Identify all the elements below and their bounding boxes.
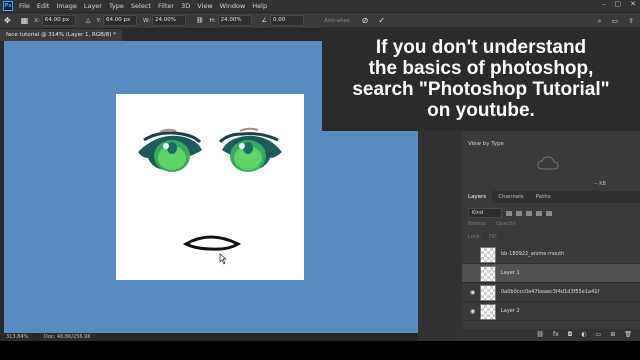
right-eye bbox=[218, 127, 282, 172]
view-by-dropdown[interactable]: View by Type bbox=[468, 141, 504, 147]
photoshop-logo[interactable]: Ps bbox=[3, 1, 13, 11]
lock-label: Lock: bbox=[468, 234, 482, 240]
fill-label: Fill: bbox=[489, 234, 498, 240]
canvas[interactable] bbox=[116, 94, 304, 280]
filter-smart-icon[interactable] bbox=[546, 210, 552, 216]
x-label: X: bbox=[34, 17, 40, 24]
cursor-icon bbox=[219, 253, 227, 265]
layer-row[interactable]: bb-180922_anime-mouth bbox=[462, 245, 640, 264]
caption-line: on youtube. bbox=[427, 100, 535, 121]
folder-icon[interactable]: ▭ bbox=[596, 329, 602, 341]
y-label: Y: bbox=[96, 17, 101, 24]
workspace-icon[interactable]: ▭ bbox=[612, 17, 619, 26]
mask-icon[interactable]: ◘ bbox=[568, 329, 573, 341]
layers-footer: ⛓ fx ◘ ◐ ▭ ⊞ 🗑 bbox=[462, 329, 640, 341]
menu-view[interactable]: View bbox=[197, 2, 212, 10]
tab-channels[interactable]: Channels bbox=[492, 191, 529, 203]
layer-filter-row: Kind bbox=[468, 208, 552, 218]
layer-thumbnail bbox=[480, 304, 496, 320]
close-icon[interactable]: ✕ bbox=[630, 0, 636, 8]
maximize-icon[interactable]: ▢ bbox=[615, 0, 622, 8]
status-bar: 313.84% Doc: 46.8K/256.9K bbox=[0, 333, 460, 341]
bottom-letterbox bbox=[0, 341, 640, 360]
libraries-cloud-icon bbox=[537, 156, 559, 170]
share-icon[interactable]: ⇪ bbox=[628, 17, 634, 26]
eye-icon[interactable]: ◉ bbox=[470, 289, 475, 296]
menu-edit[interactable]: Edit bbox=[37, 2, 50, 10]
layer-name: Layer 2 bbox=[501, 308, 520, 314]
caption-line: search "Photoshop Tutorial" bbox=[352, 79, 610, 100]
blend-row: Normal Opacity: bbox=[468, 221, 517, 227]
menu-3d[interactable]: 3D bbox=[181, 2, 190, 10]
link-icon[interactable]: ⛓ bbox=[196, 17, 204, 24]
width-field[interactable]: 24.00% bbox=[151, 15, 186, 26]
move-tool-icon[interactable]: ✥ bbox=[4, 16, 11, 25]
h-label: H: bbox=[209, 17, 216, 24]
caption-line: If you don't understand bbox=[375, 37, 587, 58]
reference-point-icon[interactable]: ▦ bbox=[21, 16, 29, 25]
delta-icon[interactable]: △ bbox=[86, 17, 91, 24]
caption-line: the basics of photoshop, bbox=[368, 58, 594, 79]
minimize-icon[interactable]: – bbox=[602, 0, 606, 8]
y-field[interactable]: 64.00 px bbox=[103, 15, 137, 26]
link-layers-icon[interactable]: ⛓ bbox=[536, 329, 544, 341]
menu-window[interactable]: Window bbox=[220, 2, 246, 10]
menu-image[interactable]: Image bbox=[56, 2, 76, 10]
layer-name: Layer 1 bbox=[501, 270, 520, 276]
new-layer-icon[interactable]: ⊞ bbox=[610, 329, 615, 341]
caption-overlay: If you don't understand the basics of ph… bbox=[322, 27, 640, 131]
layers-tabs: Layers Channels Paths bbox=[462, 191, 640, 203]
layer-thumbnail bbox=[480, 285, 496, 301]
mouth bbox=[182, 235, 242, 251]
height-field[interactable]: 24.00% bbox=[217, 15, 252, 26]
tab-paths[interactable]: Paths bbox=[530, 191, 557, 203]
filter-type-icon[interactable] bbox=[526, 210, 532, 216]
left-eye bbox=[138, 128, 202, 172]
menu-layer[interactable]: Layer bbox=[84, 2, 102, 10]
w-label: W: bbox=[143, 17, 150, 24]
lock-row: Lock: Fill: bbox=[468, 234, 497, 240]
menu-file[interactable]: File bbox=[19, 2, 30, 10]
layer-row[interactable]: ◉ Layer 2 bbox=[462, 302, 640, 321]
angle-icon: ∠ bbox=[261, 17, 267, 24]
filter-shape-icon[interactable] bbox=[536, 210, 542, 216]
search-icon[interactable]: ⌕ bbox=[598, 17, 602, 26]
menu-type[interactable]: Type bbox=[109, 2, 124, 10]
commit-transform-icon[interactable]: ✓ bbox=[378, 16, 385, 25]
trash-icon[interactable]: 🗑 bbox=[624, 329, 632, 341]
layer-thumbnail bbox=[480, 266, 496, 282]
kind-filter[interactable]: Kind bbox=[468, 208, 502, 218]
opacity-label: Opacity: bbox=[496, 221, 517, 227]
menu-bar: Ps File Edit Image Layer Type Select Fil… bbox=[0, 0, 640, 12]
filter-adjustment-icon[interactable] bbox=[516, 210, 522, 216]
document-tab[interactable]: face tutorial @ 314% (Layer 1, RGB/8) * bbox=[0, 29, 122, 41]
window-controls: – ▢ ✕ bbox=[602, 0, 636, 8]
eye-icon[interactable]: ◉ bbox=[470, 308, 475, 315]
doc-size: Doc: 46.8K/256.9K bbox=[44, 334, 91, 340]
layer-row[interactable]: ◉ 0a0b0ccc0e47beaec3f4d1d3f55e1a41f bbox=[462, 283, 640, 302]
angle-field[interactable]: 0.00 bbox=[270, 15, 304, 26]
blend-mode[interactable]: Normal bbox=[468, 221, 486, 227]
face-artwork bbox=[138, 127, 282, 265]
library-size: -- KB bbox=[594, 181, 606, 187]
layer-row[interactable]: Layer 1 bbox=[462, 264, 640, 283]
x-field[interactable]: 64.00 px bbox=[41, 15, 76, 26]
adjustment-icon[interactable]: ◐ bbox=[581, 329, 586, 341]
tab-layers[interactable]: Layers bbox=[462, 191, 493, 203]
layer-name: bb-180922_anime-mouth bbox=[501, 251, 565, 257]
filter-pixel-icon[interactable] bbox=[506, 210, 512, 216]
cancel-transform-icon[interactable]: ⊘ bbox=[362, 16, 369, 25]
menu-filter[interactable]: Filter bbox=[158, 2, 174, 10]
menu-select[interactable]: Select bbox=[131, 2, 151, 10]
fx-icon[interactable]: fx bbox=[553, 329, 559, 341]
layer-thumbnail bbox=[480, 247, 496, 263]
options-right: ⌕ ▭ ⇪ bbox=[598, 17, 634, 26]
zoom-level[interactable]: 313.84% bbox=[6, 333, 28, 341]
antialias-label[interactable]: Anti-alias bbox=[324, 18, 350, 24]
menu-help[interactable]: Help bbox=[252, 2, 267, 10]
layer-name: 0a0b0ccc0e47beaec3f4d1d3f55e1a41f bbox=[501, 289, 600, 295]
